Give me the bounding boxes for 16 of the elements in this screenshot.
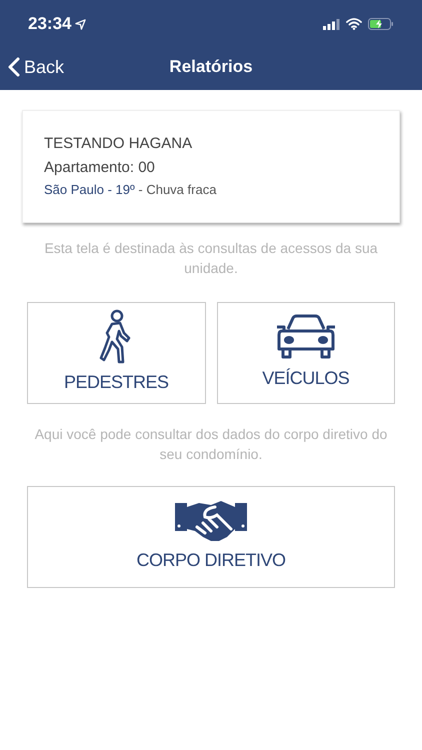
apartment-label: Apartamento: 00 [44, 158, 156, 178]
handshake-icon [175, 499, 247, 543]
screen-title: Relatórios [169, 56, 253, 78]
back-chevron-icon [8, 57, 20, 77]
wifi-icon [346, 18, 362, 30]
report-tile[interactable]: PEDESTRES [27, 302, 206, 404]
signal-icon [323, 18, 340, 30]
status-time: 23:34 [28, 13, 72, 36]
section-description: Esta tela é destinada às consultas de acessos da sua unidade. [43, 238, 379, 278]
report-tile[interactable]: CORPO DIRETIVO [27, 486, 395, 588]
back-button[interactable]: Back [8, 54, 64, 80]
section-description: Aqui você pode consultar dos dados do corpo diretivo do seu condomínio. [34, 424, 388, 464]
resident-name: TESTANDO HAGANA [44, 134, 194, 154]
weather-line: São Paulo - 19º - Chuva fraca [44, 181, 218, 199]
report-tile[interactable]: VEÍCULOS [216, 302, 395, 404]
location-arrow-icon [75, 18, 86, 30]
